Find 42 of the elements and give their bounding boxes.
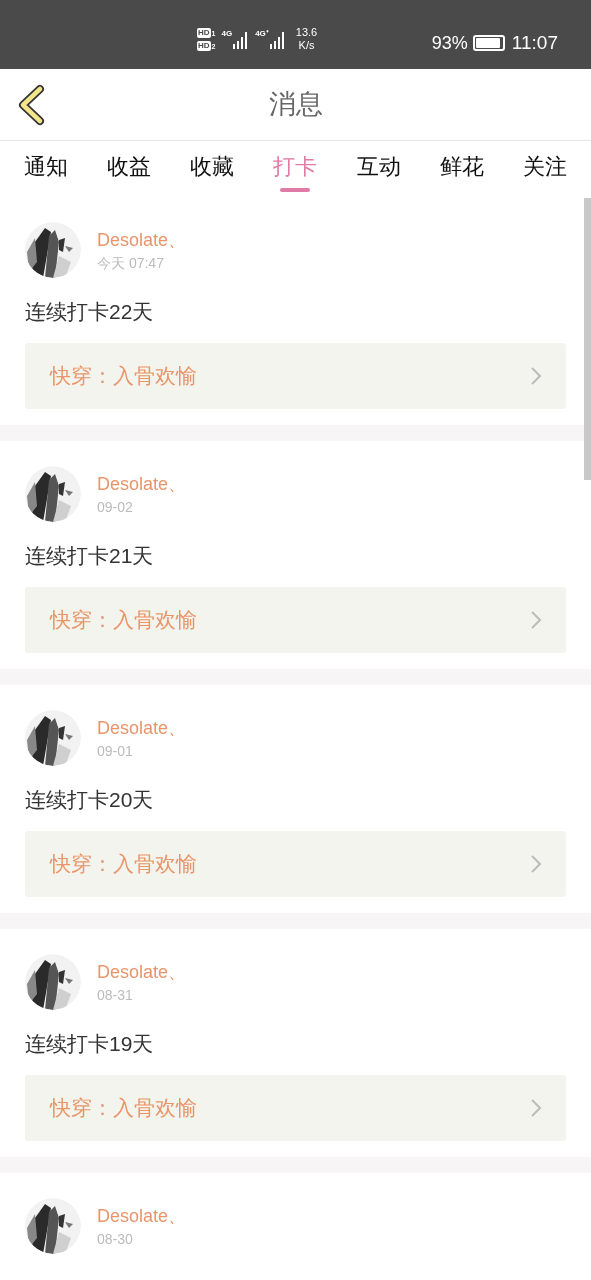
tab[interactable]: 互动 <box>356 141 401 192</box>
network-speed: 13.6 <box>295 26 318 39</box>
hd-badge: HD <box>197 27 211 38</box>
message-text: 连续打卡19天 <box>25 1031 155 1057</box>
chevron-right-icon <box>530 610 542 630</box>
tab[interactable]: 鲜花 <box>439 141 484 192</box>
user-name[interactable]: Desolate、 <box>97 716 187 740</box>
speed-unit: K/s <box>298 39 315 52</box>
scrollbar[interactable] <box>584 198 591 480</box>
chevron-right-icon <box>530 366 542 386</box>
network-type: 4G⁺ <box>255 29 269 39</box>
battery-icon <box>472 35 505 51</box>
chevron-right-icon <box>530 1098 542 1118</box>
user-name[interactable]: Desolate、 <box>97 228 187 252</box>
user-name[interactable]: Desolate、 <box>97 472 187 496</box>
book-link[interactable]: 快穿：入骨欢愉 <box>25 343 566 409</box>
tab[interactable]: 收藏 <box>190 141 235 192</box>
message-text: 连续打卡20天 <box>25 787 155 813</box>
signal-icon <box>233 31 250 49</box>
message-text: 连续打卡22天 <box>25 299 155 325</box>
clock: 11:07 <box>511 32 558 54</box>
message-time: 08-30 <box>97 1230 134 1249</box>
battery-percent: 93% <box>431 32 468 54</box>
chevron-right-icon <box>530 854 542 874</box>
message-time: 今天 07:47 <box>97 254 165 273</box>
message-text: 连续打卡21天 <box>25 543 155 569</box>
tab[interactable]: 关注 <box>522 141 567 192</box>
book-link[interactable]: 快穿：入骨欢愉 <box>25 587 566 653</box>
book-link[interactable]: 快穿：入骨欢愉 <box>25 831 566 897</box>
hd-badge: HD <box>197 40 211 51</box>
message-time: 08-31 <box>97 986 134 1005</box>
book-link[interactable]: 快穿：入骨欢愉 <box>25 1075 566 1141</box>
tab[interactable]: 打卡 <box>273 141 318 192</box>
page-title: 消息 <box>268 88 323 122</box>
message-time: 09-01 <box>97 742 134 761</box>
user-name[interactable]: Desolate、 <box>97 1204 187 1228</box>
tab[interactable]: 通知 <box>24 141 68 192</box>
message-time: 09-02 <box>97 498 134 517</box>
tab[interactable]: 收益 <box>107 141 152 192</box>
network-type: 4G <box>221 29 233 39</box>
signal-icon <box>269 31 286 49</box>
user-name[interactable]: Desolate、 <box>97 960 187 984</box>
